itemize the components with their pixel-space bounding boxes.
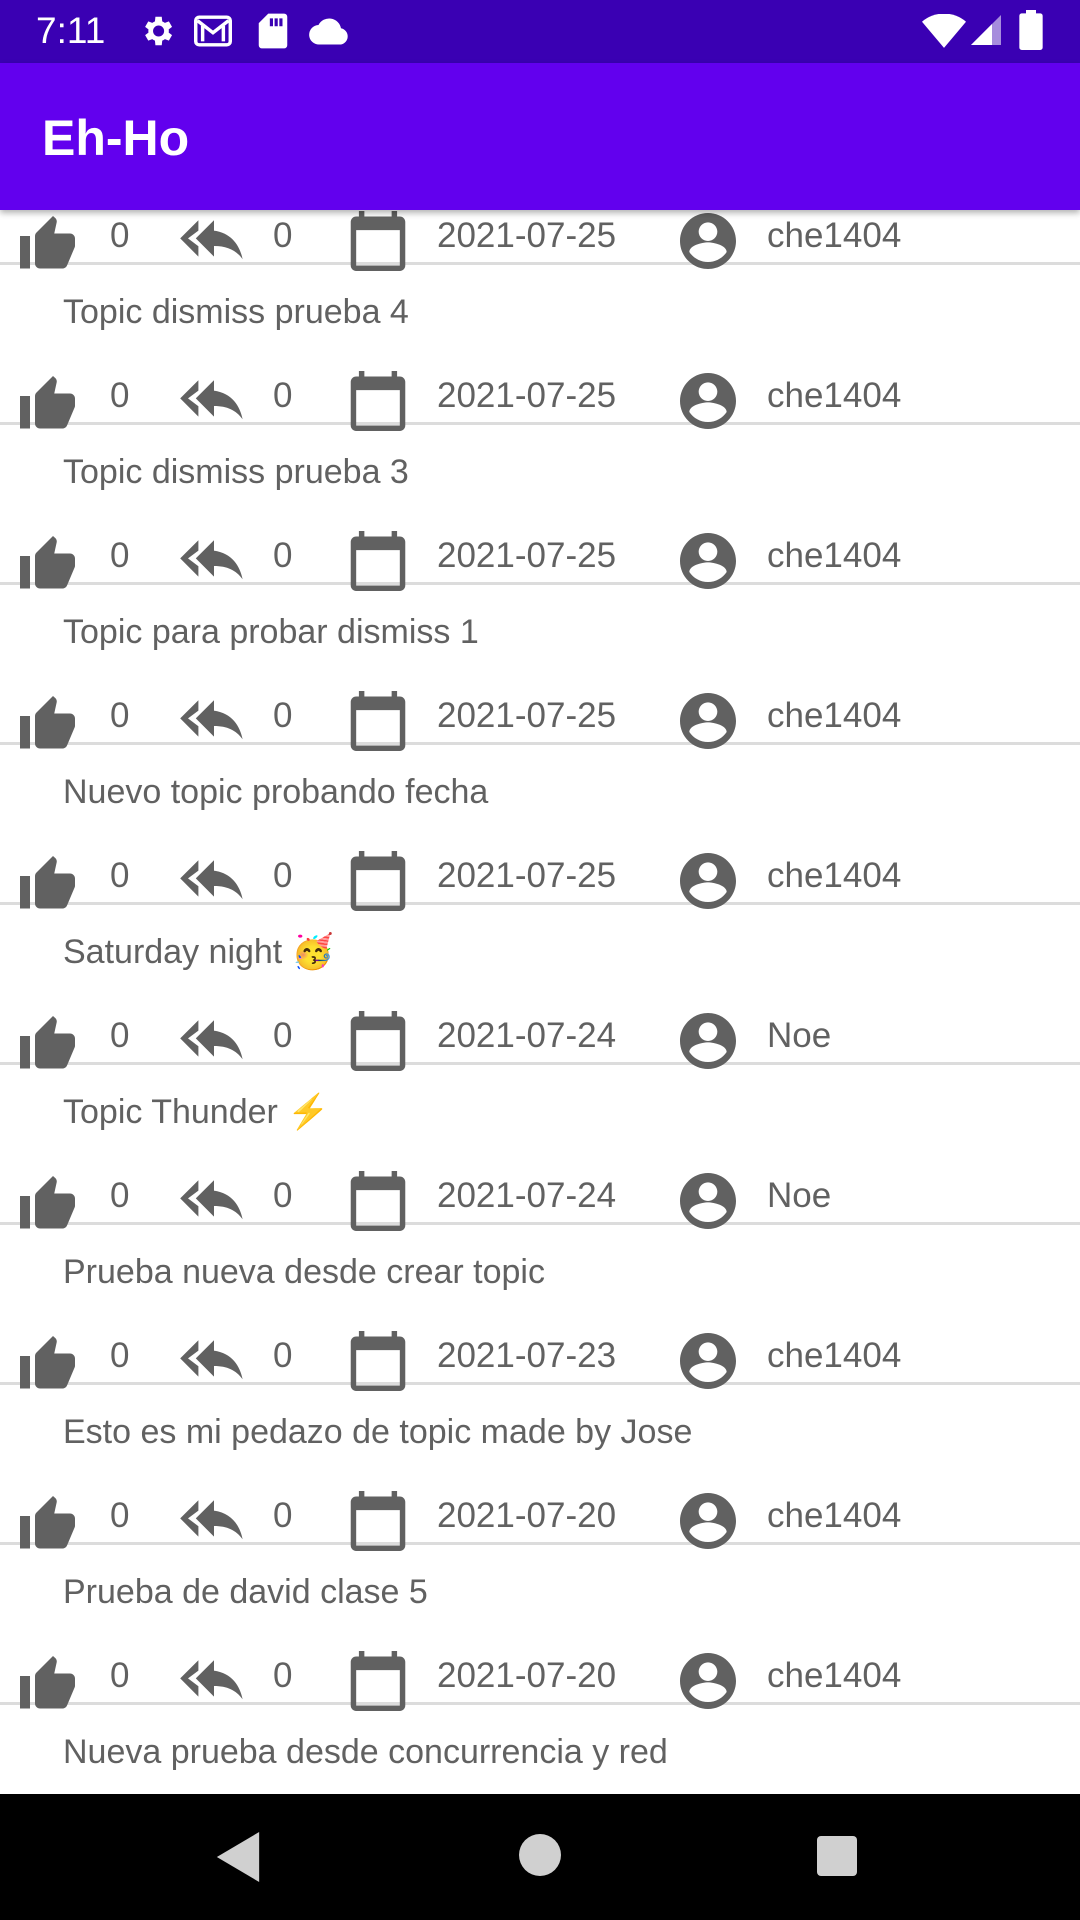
topic-title: Nueva prueba desde concurrencia y red (63, 1733, 668, 1771)
topic-item[interactable]: Esto es mi pedazo de topic made by Jose … (0, 1385, 1080, 1551)
replies-count: 0 (273, 1176, 293, 1215)
topic-item[interactable]: Nueva prueba desde concurrencia y red (0, 1705, 1080, 1794)
topic-date: 2021-07-20 (437, 1656, 617, 1695)
replies-count: 0 (273, 856, 293, 895)
likes-count: 0 (110, 1176, 130, 1215)
topic-title: Topic dismiss prueba 3 (63, 453, 409, 491)
reply-all-icon (180, 1015, 248, 1072)
reply-all-icon (180, 695, 248, 752)
reply-all-icon (180, 375, 248, 432)
sd-card-icon (258, 12, 288, 55)
reply-all-icon (180, 215, 248, 272)
topic-title: Topic para probar dismiss 1 (63, 613, 479, 651)
topic-item[interactable]: Prueba de david clase 5 0 0 2021-07-20 c… (0, 1545, 1080, 1711)
topic-author: che1404 (767, 696, 902, 735)
likes-count: 0 (110, 1336, 130, 1375)
replies-count: 0 (273, 376, 293, 415)
back-icon[interactable] (216, 1832, 260, 1887)
battery-icon (1018, 10, 1044, 55)
status-time: 7:11 (36, 10, 106, 51)
topic-author: che1404 (767, 216, 902, 255)
replies-count: 0 (273, 1656, 293, 1695)
topic-title: Prueba nueva desde crear topic (63, 1253, 545, 1291)
topic-date: 2021-07-25 (437, 696, 617, 735)
topic-author: che1404 (767, 376, 902, 415)
likes-count: 0 (110, 1496, 130, 1535)
reply-all-icon (180, 1175, 248, 1232)
reply-all-icon (180, 855, 248, 912)
replies-count: 0 (273, 216, 293, 255)
home-icon[interactable] (519, 1834, 561, 1881)
reply-all-icon (180, 1495, 248, 1552)
topic-author: che1404 (767, 1336, 902, 1375)
topic-title: Esto es mi pedazo de topic made by Jose (63, 1413, 693, 1451)
replies-count: 0 (273, 536, 293, 575)
likes-count: 0 (110, 216, 130, 255)
topic-item[interactable]: Topic dismiss prueba 3 0 0 2021-07-25 ch… (0, 425, 1080, 591)
replies-count: 0 (273, 1336, 293, 1375)
reply-all-icon (180, 1335, 248, 1392)
status-bar: 7:11 (0, 0, 1080, 63)
cloud-icon (308, 16, 350, 51)
topic-title: Saturday night 🥳 (63, 933, 335, 971)
topic-date: 2021-07-25 (437, 856, 617, 895)
likes-count: 0 (110, 376, 130, 415)
topic-item[interactable]: Topic dismiss prueba 4 0 0 2021-07-25 ch… (0, 265, 1080, 431)
app-bar: Eh-Ho (0, 63, 1080, 210)
replies-count: 0 (273, 1496, 293, 1535)
topic-item[interactable]: Topic para probar dismiss 1 0 0 2021-07-… (0, 585, 1080, 751)
gmail-icon (192, 12, 234, 55)
topic-item[interactable]: Saturday night 🥳 0 0 2021-07-24 Noe (0, 905, 1080, 1071)
topic-author: Noe (767, 1016, 832, 1055)
topic-date: 2021-07-24 (437, 1176, 617, 1215)
likes-count: 0 (110, 696, 130, 735)
topic-title: Prueba de david clase 5 (63, 1573, 428, 1611)
likes-count: 0 (110, 1656, 130, 1695)
topic-author: Noe (767, 1176, 832, 1215)
topic-date: 2021-07-25 (437, 216, 617, 255)
topic-item[interactable]: Prueba nueva desde crear topic 0 0 2021-… (0, 1225, 1080, 1391)
likes-count: 0 (110, 856, 130, 895)
topic-title: Topic dismiss prueba 4 (63, 293, 409, 331)
topic-author: che1404 (767, 856, 902, 895)
likes-count: 0 (110, 536, 130, 575)
topic-date: 2021-07-25 (437, 376, 617, 415)
settings-icon (138, 12, 176, 55)
topic-date: 2021-07-20 (437, 1496, 617, 1535)
topic-item[interactable]: Nuevo topic probando fecha 0 0 2021-07-2… (0, 745, 1080, 911)
topic-date: 2021-07-25 (437, 536, 617, 575)
topic-author: che1404 (767, 1656, 902, 1695)
topic-date: 2021-07-24 (437, 1016, 617, 1055)
likes-count: 0 (110, 1016, 130, 1055)
topic-item[interactable]: Topic Thunder ⚡ 0 0 2021-07-24 Noe (0, 1065, 1080, 1231)
navigation-bar (0, 1794, 1080, 1920)
topic-author: che1404 (767, 536, 902, 575)
topic-date: 2021-07-23 (437, 1336, 617, 1375)
app-title: Eh-Ho (42, 110, 190, 166)
replies-count: 0 (273, 1016, 293, 1055)
recents-icon[interactable] (817, 1836, 857, 1881)
reply-all-icon (180, 535, 248, 592)
topic-list[interactable]: Topic dismiss prueba 5 0 0 2021-07-25 ch… (0, 210, 1080, 1794)
topic-item[interactable]: Topic dismiss prueba 5 0 0 2021-07-25 ch… (0, 210, 1080, 271)
wifi-icon (922, 13, 966, 53)
reply-all-icon (180, 1655, 248, 1712)
replies-count: 0 (273, 696, 293, 735)
topic-title: Topic Thunder ⚡ (63, 1093, 330, 1131)
topic-author: che1404 (767, 1496, 902, 1535)
signal-icon (968, 12, 1004, 53)
topic-title: Nuevo topic probando fecha (63, 773, 489, 811)
